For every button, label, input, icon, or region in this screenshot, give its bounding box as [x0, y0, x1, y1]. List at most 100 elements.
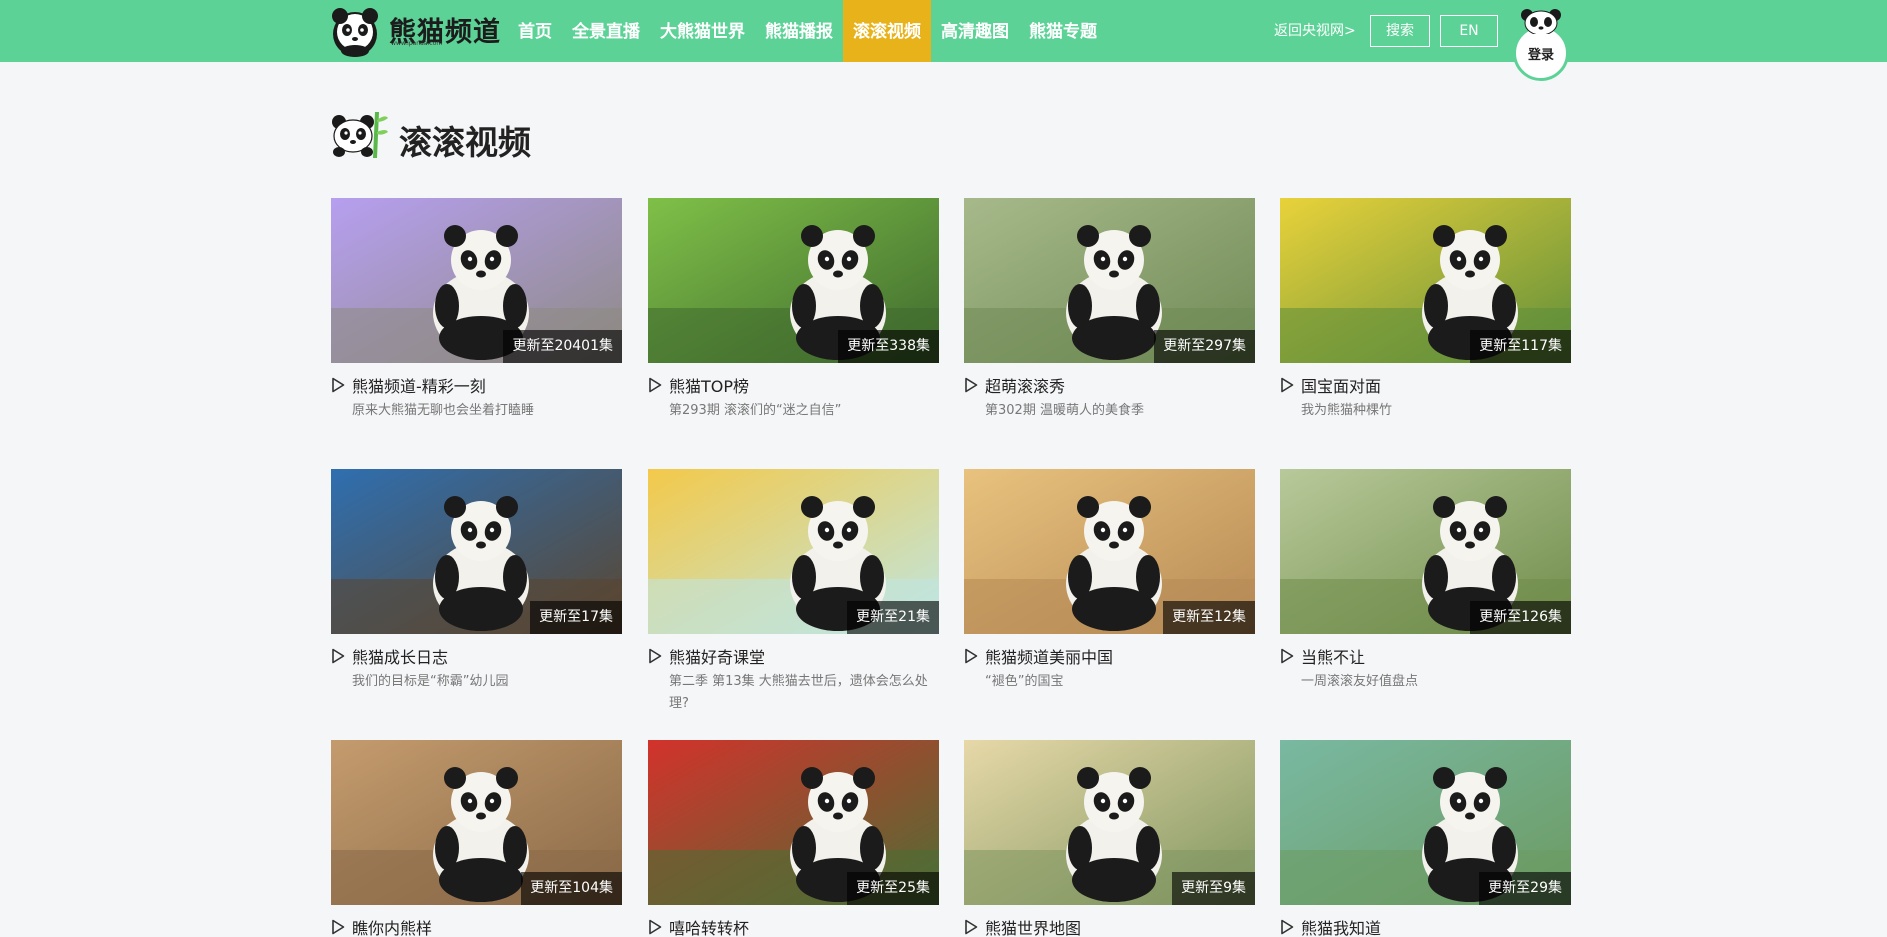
video-thumbnail[interactable]: 更新至20401集 [331, 198, 622, 363]
video-thumbnail[interactable]: 更新至21集 [648, 469, 939, 634]
video-card[interactable]: 更新至338集 熊猫TOP榜 第293期 滚滚们的“迷之自信” [648, 198, 939, 418]
video-subtitle: 我们的目标是“称霸”幼儿园 [352, 674, 509, 689]
video-thumbnail[interactable]: 更新至12集 [964, 469, 1255, 634]
episode-count-badge: 更新至297集 [1154, 330, 1255, 363]
video-thumbnail[interactable]: 更新至25集 [648, 740, 939, 905]
video-thumbnail[interactable]: 更新至338集 [648, 198, 939, 363]
play-icon [1281, 377, 1294, 393]
video-title-link[interactable]: 瞧你内熊样 [331, 916, 432, 937]
video-thumbnail[interactable]: 更新至297集 [964, 198, 1255, 363]
episode-count-badge: 更新至9集 [1172, 872, 1255, 905]
play-icon [649, 377, 662, 393]
video-title-link[interactable]: 熊猫频道美丽中国 [964, 645, 1113, 667]
video-thumbnail[interactable]: 更新至117集 [1280, 198, 1571, 363]
top-header: 熊猫频道 www.ipanda.com 首页 全景直播 大熊猫世界 熊猫播报 滚滚视频高… [0, 0, 1887, 81]
video-subtitle: “褪色”的国宝 [985, 674, 1064, 689]
video-card[interactable]: 更新至25集 嘻哈转转杯 [648, 740, 939, 937]
video-thumbnail[interactable]: 更新至29集 [1280, 740, 1571, 905]
panda-head-icon [1521, 9, 1561, 34]
video-subtitle: 原来大熊猫无聊也会坐着打瞌睡 [352, 403, 535, 418]
logo-url: www.ipanda.com [391, 40, 443, 47]
video-title: 熊猫成长日志 [352, 648, 449, 667]
episode-count-badge: 更新至29集 [1479, 872, 1571, 905]
video-card[interactable]: 更新至9集 熊猫世界地图 [964, 740, 1255, 937]
play-icon [332, 377, 345, 393]
nav-item[interactable]: 大熊猫世界 [650, 0, 755, 62]
video-subtitle: 第293期 滚滚们的“迷之自信” [669, 403, 842, 418]
episode-count-badge: 更新至17集 [530, 601, 622, 634]
video-title-link[interactable]: 国宝面对面 [1280, 374, 1381, 396]
video-subtitle: 一周滚滚友好值盘点 [1301, 674, 1419, 689]
nav-item[interactable]: 熊猫播报 [755, 0, 843, 62]
panda-logo-icon [332, 8, 378, 57]
episode-count-badge: 更新至25集 [847, 872, 939, 905]
video-title-link[interactable]: 熊猫成长日志 [331, 645, 448, 667]
play-icon [1281, 648, 1294, 664]
play-icon [965, 377, 978, 393]
language-en-button[interactable]: EN [1440, 15, 1498, 47]
play-icon [332, 648, 345, 664]
video-thumbnail[interactable]: 更新至126集 [1280, 469, 1571, 634]
video-title-link[interactable]: 熊猫世界地图 [964, 916, 1081, 937]
video-card[interactable]: 更新至117集 国宝面对面 我为熊猫种棵竹 [1280, 198, 1571, 418]
search-button[interactable]: 搜索 [1370, 15, 1430, 47]
video-card[interactable]: 更新至20401集 熊猫频道-精彩一刻 原来大熊猫无聊也会坐着打瞌睡 [331, 198, 622, 418]
video-title: 熊猫频道-精彩一刻 [352, 377, 486, 396]
video-title-link[interactable]: 当熊不让 [1280, 645, 1365, 667]
video-thumbnail[interactable]: 更新至9集 [964, 740, 1255, 905]
nav-item[interactable]: 熊猫专题 [1019, 0, 1107, 62]
section-title: 滚滚视频 [399, 123, 531, 162]
section-header: 滚滚视频 [331, 110, 531, 162]
episode-count-badge: 更新至104集 [521, 872, 622, 905]
back-to-cctv-link[interactable]: 返回央视网> [1274, 20, 1356, 40]
play-icon [332, 919, 345, 935]
video-thumbnail[interactable]: 更新至17集 [331, 469, 622, 634]
video-title: 熊猫世界地图 [985, 919, 1082, 937]
video-title-link[interactable]: 嘻哈转转杯 [648, 916, 749, 937]
episode-count-badge: 更新至12集 [1163, 601, 1255, 634]
play-icon [649, 919, 662, 935]
video-card[interactable]: 更新至297集 超萌滚滚秀 第302期 温暖萌人的美食季 [964, 198, 1255, 418]
login-button[interactable]: 登录 [1512, 8, 1570, 81]
episode-count-badge: 更新至117集 [1470, 330, 1571, 363]
video-card[interactable]: 更新至12集 熊猫频道美丽中国 “褪色”的国宝 [964, 469, 1255, 689]
play-icon [965, 919, 978, 935]
video-title-link[interactable]: 熊猫好奇课堂 [648, 645, 765, 667]
video-title: 熊猫频道美丽中国 [985, 648, 1114, 667]
episode-count-badge: 更新至126集 [1470, 601, 1571, 634]
nav-item[interactable]: 首页 [508, 0, 562, 62]
video-title-link[interactable]: 熊猫我知道 [1280, 916, 1381, 937]
main-nav: 首页 全景直播 大熊猫世界 熊猫播报 滚滚视频 高清趣图 熊猫专题 [508, 0, 1107, 62]
video-subtitle: 第二季 第13集 大熊猫去世后，遗体会怎么处理? [669, 674, 928, 711]
video-title: 当熊不让 [1301, 648, 1366, 667]
episode-count-badge: 更新至20401集 [503, 330, 622, 363]
play-icon [649, 648, 662, 664]
video-title: 超萌滚滚秀 [985, 377, 1066, 396]
video-subtitle: 第302期 温暖萌人的美食季 [985, 403, 1144, 418]
video-title: 熊猫我知道 [1301, 919, 1382, 937]
video-subtitle: 我为熊猫种棵竹 [1301, 403, 1393, 418]
play-icon [1281, 919, 1294, 935]
video-title: 瞧你内熊样 [352, 919, 433, 937]
video-title: 嘻哈转转杯 [669, 919, 750, 937]
video-thumbnail[interactable]: 更新至104集 [331, 740, 622, 905]
video-card[interactable]: 更新至104集 瞧你内熊样 [331, 740, 622, 937]
episode-count-badge: 更新至21集 [847, 601, 939, 634]
nav-item[interactable]: 高清趣图 [931, 0, 1019, 62]
video-title-link[interactable]: 熊猫频道-精彩一刻 [331, 374, 486, 396]
nav-item[interactable]: 全景直播 [562, 0, 650, 62]
site-logo[interactable]: 熊猫频道 www.ipanda.com [331, 6, 500, 58]
video-title-link[interactable]: 熊猫TOP榜 [648, 374, 749, 396]
play-icon [965, 648, 978, 664]
video-title: 熊猫好奇课堂 [669, 648, 766, 667]
video-card[interactable]: 更新至17集 熊猫成长日志 我们的目标是“称霸”幼儿园 [331, 469, 622, 689]
video-card[interactable]: 更新至21集 熊猫好奇课堂 第二季 第13集 大熊猫去世后，遗体会怎么处理? [648, 469, 939, 711]
nav-item[interactable]: 滚滚视频 [843, 0, 931, 62]
video-title: 熊猫TOP榜 [669, 377, 750, 396]
video-card[interactable]: 更新至126集 当熊不让 一周滚滚友好值盘点 [1280, 469, 1571, 689]
panda-bamboo-icon [332, 112, 388, 158]
video-title: 国宝面对面 [1301, 377, 1382, 396]
video-title-link[interactable]: 超萌滚滚秀 [964, 374, 1065, 396]
episode-count-badge: 更新至338集 [838, 330, 939, 363]
video-card[interactable]: 更新至29集 熊猫我知道 [1280, 740, 1571, 937]
